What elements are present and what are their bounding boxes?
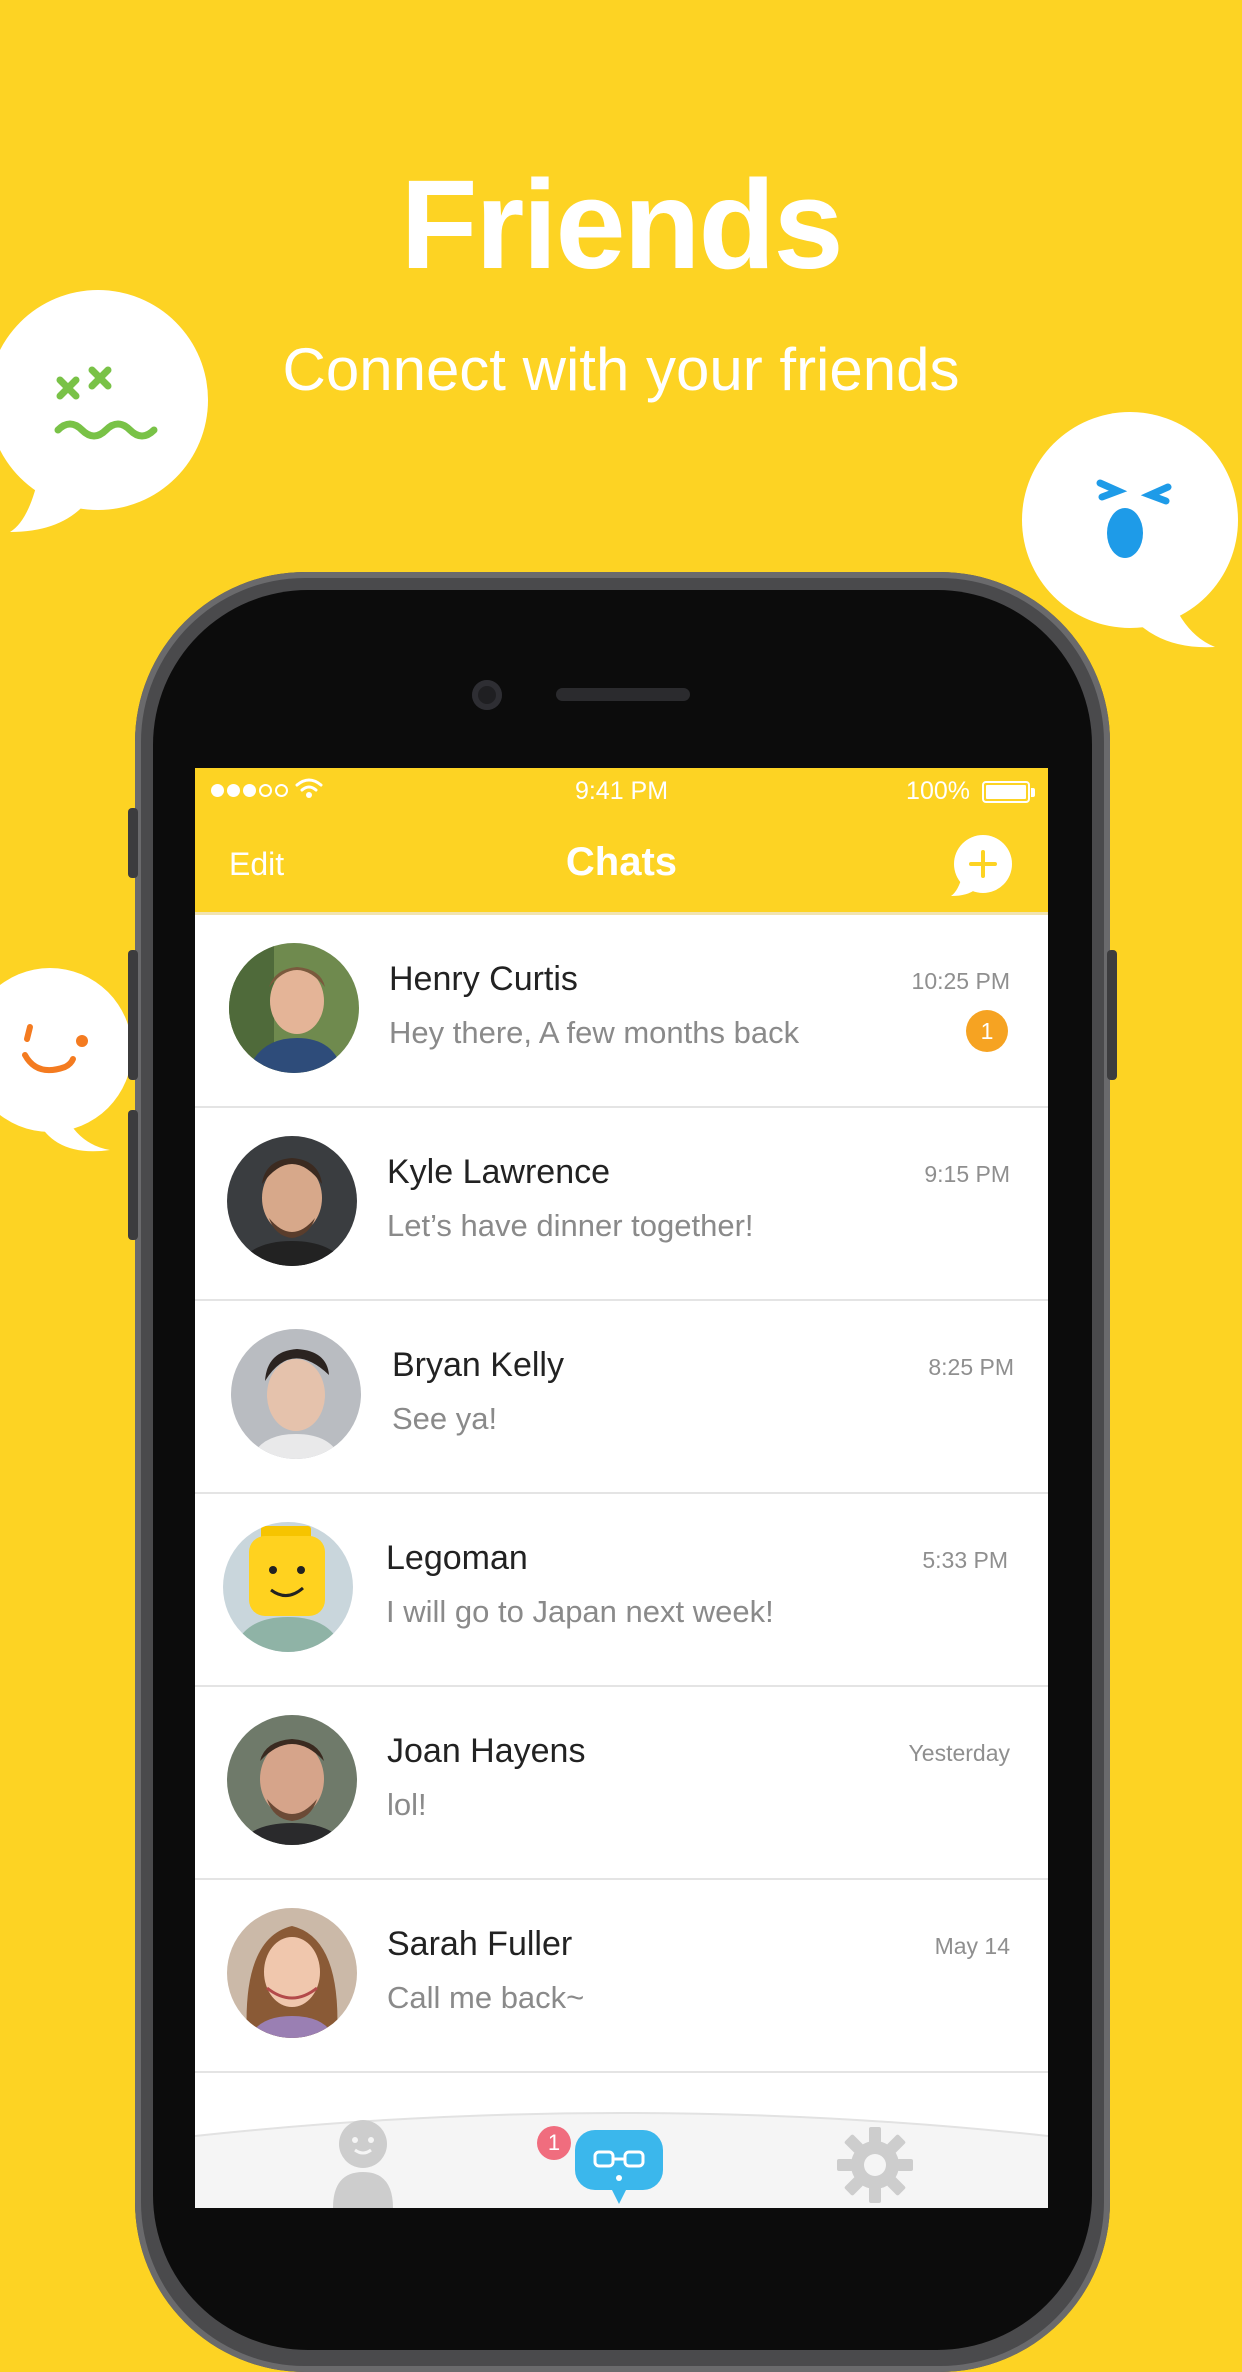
status-bar: 9:41 PM 100% [195, 768, 1048, 816]
page-title: Chats [565, 840, 678, 884]
chat-row-kyle-lawrence[interactable]: Kyle Lawrence Let’s have dinner together… [195, 1108, 1048, 1301]
battery-icon [982, 781, 1030, 803]
message-time: 10:25 PM [911, 968, 1010, 994]
volume-up-button [128, 950, 138, 1080]
nav-bar: Edit Chats [195, 816, 1048, 915]
avatar [229, 943, 359, 1073]
power-button [1107, 950, 1117, 1080]
contact-name: Joan Hayens [387, 1732, 586, 1770]
contacts-icon[interactable] [327, 2118, 399, 2208]
message-time: May 14 [934, 1933, 1010, 1959]
contact-name: Sarah Fuller [387, 1925, 573, 1963]
chat-list: Henry Curtis Hey there, A few months bac… [195, 915, 1048, 2073]
volume-down-button [128, 1110, 138, 1240]
last-message: I will go to Japan next week! [386, 1594, 774, 1629]
last-message: lol! [387, 1787, 427, 1822]
chat-row-joan-hayens[interactable]: Joan Hayens lol! Yesterday [195, 1687, 1048, 1880]
message-time: 8:25 PM [928, 1354, 1014, 1380]
chat-row-sarah-fuller[interactable]: Sarah Fuller Call me back~ May 14 [195, 1880, 1048, 2073]
battery-percent: 100% [906, 777, 970, 805]
chats-tab-icon[interactable] [573, 2128, 665, 2208]
avatar [231, 1329, 361, 1459]
chat-row-henry-curtis[interactable]: Henry Curtis Hey there, A few months bac… [195, 915, 1048, 1108]
unread-badge: 1 [966, 1010, 1008, 1052]
avatar [223, 1522, 353, 1652]
avatar [227, 1715, 357, 1845]
avatar [227, 1908, 357, 2038]
new-chat-button[interactable] [949, 834, 1017, 898]
last-message: Let’s have dinner together! [387, 1208, 754, 1243]
message-time: 5:33 PM [922, 1547, 1008, 1573]
contact-name: Legoman [386, 1539, 528, 1577]
contact-name: Henry Curtis [389, 960, 578, 998]
last-message: See ya! [392, 1401, 498, 1436]
contact-name: Bryan Kelly [392, 1346, 564, 1384]
earpiece-speaker [556, 688, 690, 701]
front-camera [472, 680, 502, 710]
settings-gear-icon[interactable] [835, 2125, 915, 2205]
chats-tab-badge: 1 [537, 2126, 571, 2160]
message-time: 9:15 PM [924, 1161, 1010, 1187]
dizzy-face-bubble-icon [0, 290, 208, 532]
mute-switch [128, 808, 138, 878]
contact-name: Kyle Lawrence [387, 1153, 611, 1191]
avatar [227, 1136, 357, 1266]
last-message: Call me back~ [387, 1980, 585, 2015]
chat-row-bryan-kelly[interactable]: Bryan Kelly See ya! 8:25 PM [195, 1301, 1048, 1494]
message-time: Yesterday [908, 1740, 1010, 1766]
chat-row-legoman[interactable]: Legoman I will go to Japan next week! 5:… [195, 1494, 1048, 1687]
last-message: Hey there, A few months back [389, 1015, 800, 1050]
phone-screen: 9:41 PM 100% Edit Chats Henry Curtis Hey… [195, 768, 1048, 2208]
